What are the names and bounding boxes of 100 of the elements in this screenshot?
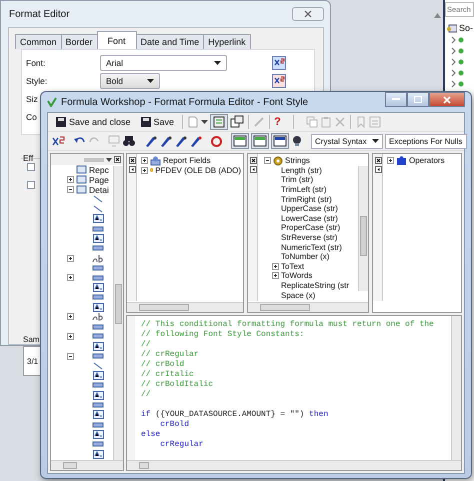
function-item[interactable]: StrReverse (str) (281, 233, 338, 242)
tree-item[interactable]: Detai (89, 184, 109, 194)
vertical-scrollbar[interactable] (451, 316, 461, 460)
tree-item[interactable]: Repc (89, 165, 109, 175)
line-icon[interactable] (92, 362, 104, 370)
tab[interactable]: Date and Time (136, 34, 204, 49)
line-icon[interactable] (92, 195, 104, 204)
box-icon[interactable] (92, 353, 104, 360)
field-icon[interactable] (92, 302, 104, 312)
pencil-icon[interactable] (144, 134, 157, 148)
tree-node-icon[interactable] (451, 47, 465, 55)
expand-icon[interactable] (387, 157, 394, 164)
expand-icon[interactable] (67, 176, 74, 184)
function-item[interactable]: ProperCase (str) (281, 223, 340, 232)
close-icon[interactable] (114, 156, 121, 163)
formula-icon[interactable] (272, 74, 286, 88)
function-item[interactable]: ToText (281, 262, 304, 271)
pencil-icon[interactable] (189, 134, 202, 148)
line-icon[interactable] (92, 205, 104, 214)
box-icon[interactable] (92, 226, 104, 232)
tree-node-icon[interactable] (451, 58, 465, 66)
expand-icon[interactable] (141, 157, 148, 164)
pencil-icon[interactable] (174, 134, 187, 148)
horizontal-scrollbar[interactable] (51, 460, 123, 470)
tree-node-icon[interactable] (451, 80, 465, 88)
document-tree-icon[interactable] (210, 114, 228, 130)
tree-item[interactable]: Strings (285, 156, 310, 166)
layout-icon[interactable] (271, 133, 289, 149)
collapse-icon[interactable] (264, 157, 271, 164)
tree-node-icon[interactable] (451, 69, 465, 77)
horizontal-scrollbar[interactable] (248, 302, 368, 312)
caret-icon[interactable] (201, 120, 208, 124)
function-item[interactable]: TrimLeft (str) (281, 185, 326, 194)
field-icon[interactable] (92, 410, 104, 420)
tab[interactable]: Border (60, 34, 98, 49)
windows-icon[interactable] (230, 115, 244, 129)
collapse-icon[interactable] (67, 186, 74, 193)
function-item[interactable]: Trim (str) (281, 175, 314, 184)
function-item[interactable]: TrimRight (str) (281, 194, 332, 204)
box-icon[interactable] (92, 382, 104, 388)
function-item[interactable]: Space (x) (281, 290, 316, 300)
field-icon[interactable] (92, 234, 104, 243)
text-object-icon[interactable] (92, 312, 104, 322)
close-icon[interactable] (250, 157, 257, 164)
function-item[interactable]: ToWords (281, 271, 312, 280)
caret-icon[interactable] (106, 156, 112, 162)
field-icon[interactable] (92, 430, 104, 439)
field-icon[interactable] (92, 371, 104, 380)
collapse-icon[interactable] (67, 352, 74, 360)
vertical-scrollbar[interactable] (358, 166, 368, 291)
tree-item[interactable]: Report Fields (163, 156, 211, 166)
minimize-button[interactable] (385, 92, 407, 107)
expand-icon[interactable] (272, 262, 279, 270)
box-icon[interactable] (92, 274, 104, 281)
horizontal-scrollbar[interactable] (127, 302, 243, 312)
box-icon[interactable] (92, 245, 104, 252)
checkbox[interactable] (27, 163, 35, 171)
tree-item[interactable]: So- (459, 23, 474, 33)
expand-icon[interactable] (67, 254, 74, 262)
null-handling-dropdown[interactable]: Exceptions For Nulls (385, 134, 467, 148)
tab[interactable]: Hyperlink (203, 34, 251, 49)
tab[interactable]: Font (96, 31, 137, 49)
function-item[interactable]: ReplicateString (str (281, 281, 350, 290)
close-icon[interactable] (129, 157, 136, 164)
function-item[interactable]: NumericText (str) (281, 242, 342, 252)
vertical-scrollbar[interactable] (113, 166, 123, 460)
syntax-dropdown[interactable]: Crystal Syntax (311, 134, 383, 148)
horizontal-scrollbar[interactable] (127, 460, 461, 470)
tree-item[interactable]: Page (89, 174, 109, 185)
tree-item[interactable]: Operators (409, 156, 445, 166)
field-icon[interactable] (92, 390, 104, 400)
box-icon[interactable] (92, 422, 104, 428)
expand-icon[interactable] (141, 166, 148, 174)
toolbar-button[interactable]: Save and close (52, 117, 135, 127)
dropdown[interactable]: Bold (100, 73, 160, 89)
function-item[interactable]: Length (str) (281, 166, 322, 175)
code-editor[interactable] (126, 315, 462, 471)
field-icon[interactable] (92, 214, 104, 224)
box-icon[interactable] (92, 264, 104, 271)
box-icon[interactable] (92, 402, 104, 408)
expand-icon[interactable] (272, 272, 279, 280)
tree-item[interactable]: PFDEV (OLE DB (ADO) (155, 166, 241, 175)
expand-icon[interactable] (67, 274, 74, 282)
box-icon[interactable] (92, 324, 104, 330)
function-item[interactable]: LowerCase (str) (281, 214, 338, 223)
text-object-icon[interactable] (92, 254, 104, 263)
box-icon[interactable] (92, 333, 104, 340)
field-icon[interactable] (92, 342, 104, 351)
box-icon[interactable] (92, 441, 104, 448)
close-icon[interactable] (375, 157, 382, 164)
restore-button[interactable] (407, 92, 429, 107)
expand-icon[interactable] (67, 313, 74, 320)
expand-icon[interactable] (67, 332, 74, 340)
formula-icon[interactable] (272, 56, 286, 70)
function-item[interactable]: UpperCase (str) (281, 204, 338, 214)
formula-icon[interactable] (52, 135, 66, 147)
scroll-up-icon[interactable] (434, 13, 441, 18)
close-button[interactable] (292, 7, 324, 21)
box-icon[interactable] (92, 294, 104, 300)
field-icon[interactable] (92, 450, 104, 458)
